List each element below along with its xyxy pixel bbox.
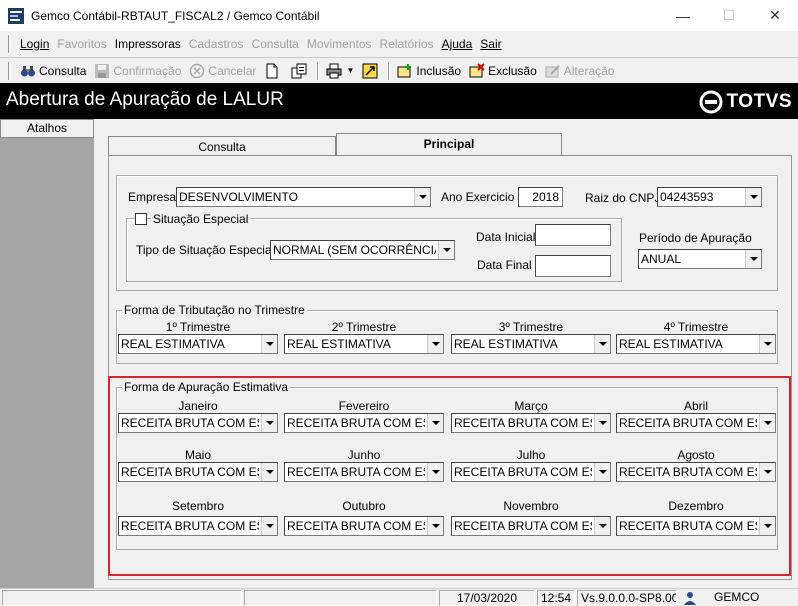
chevron-down-icon[interactable] <box>745 250 761 268</box>
tipo-select[interactable]: NORMAL (SEM OCORRÊNCIA DE <box>270 240 455 260</box>
chevron-down-icon[interactable] <box>438 241 454 259</box>
toolbar-separator <box>388 61 391 80</box>
new-document-button[interactable] <box>260 60 287 82</box>
ano-label: Ano Exercicio <box>441 190 515 204</box>
quarter-select[interactable]: REAL ESTIMATIVA <box>616 334 776 354</box>
status-time: 12:54 <box>537 590 575 606</box>
toolbar: Consulta Confirmação Cancelar ▼ Inclusão… <box>0 58 798 83</box>
user-icon <box>684 592 696 605</box>
menu-consulta[interactable]: Consulta <box>247 37 302 51</box>
title-bar: Gemco Contábil-RBTAUT_FISCAL2 / Gemco Co… <box>0 0 798 31</box>
quarter-label: 2º Trimestre <box>331 320 397 334</box>
copy-document-button[interactable] <box>287 60 314 82</box>
menu-ajuda[interactable]: Ajuda <box>438 37 477 51</box>
menu-cadastros[interactable]: Cadastros <box>185 37 248 51</box>
chevron-down-icon[interactable] <box>414 188 430 206</box>
window-title: Gemco Contábil-RBTAUT_FISCAL2 / Gemco Co… <box>31 8 320 23</box>
alteracao-button[interactable]: Alteração <box>541 60 619 82</box>
tributacao-title: Forma de Tributação no Trimestre <box>122 303 307 317</box>
minimize-button[interactable]: — <box>660 0 706 31</box>
chevron-down-icon[interactable] <box>261 335 277 353</box>
page-title: Abertura de Apuração de LALUR <box>6 89 284 110</box>
menu-grip <box>8 35 11 53</box>
toolbar-grip <box>8 61 11 80</box>
app-icon <box>8 7 24 24</box>
menu-relatorios[interactable]: Relatórios <box>376 37 438 51</box>
data-final-input[interactable] <box>535 255 611 277</box>
save-icon <box>95 63 110 78</box>
export-button[interactable] <box>358 60 385 82</box>
sidebar: Atalhos <box>0 119 94 588</box>
data-inicial-label: Data Inicial <box>476 230 536 244</box>
alteracao-label: Alteração <box>563 63 615 78</box>
menu-sair[interactable]: Sair <box>476 37 505 51</box>
edit-icon <box>545 64 560 77</box>
totvs-logo-icon <box>699 90 722 114</box>
menu-favoritos[interactable]: Favoritos <box>53 37 110 51</box>
page-header: Abertura de Apuração de LALUR TOTVS <box>0 83 798 119</box>
raiz-label: Raiz do CNPJ <box>585 191 661 205</box>
sidebar-title[interactable]: Atalhos <box>0 119 94 138</box>
quarter-select[interactable]: REAL ESTIMATIVA <box>451 334 611 354</box>
maximize-button[interactable]: ☐ <box>706 0 752 31</box>
print-button[interactable]: ▼ <box>322 60 358 82</box>
status-cell-empty <box>244 590 437 606</box>
menu-impressoras[interactable]: Impressoras <box>111 37 185 51</box>
raiz-select[interactable]: 04243593 <box>657 187 762 207</box>
cancelar-button[interactable]: Cancelar <box>185 60 260 82</box>
menu-bar: Login Favoritos Impressoras Cadastros Co… <box>0 31 798 58</box>
quarter-select[interactable]: REAL ESTIMATIVA <box>284 334 444 354</box>
status-cell-empty <box>2 590 242 606</box>
status-version: Vs.9.0.0.0-SP8.00.3 <box>577 590 677 606</box>
situacao-checkbox[interactable] <box>135 213 147 225</box>
delete-icon <box>469 62 485 77</box>
status-date: 17/03/2020 <box>439 590 535 606</box>
menu-login[interactable]: Login <box>16 37 53 51</box>
data-inicial-input[interactable] <box>535 224 611 246</box>
empresa-select[interactable]: DESENVOLVIMENTO <box>176 187 431 207</box>
export-icon <box>362 63 378 78</box>
chevron-down-icon[interactable] <box>759 335 775 353</box>
quarter-label: 4º Trimestre <box>663 320 729 334</box>
logo-text: TOTVS <box>726 91 792 112</box>
periodo-label: Período de Apuração <box>639 231 752 245</box>
confirmacao-label: Confirmação <box>113 63 182 78</box>
printer-icon <box>326 63 342 78</box>
binoculars-icon <box>21 65 35 76</box>
quarter-label: 1º Trimestre <box>165 320 231 334</box>
consulta-button[interactable]: Consulta <box>16 60 90 82</box>
new-document-icon <box>266 63 278 78</box>
chevron-down-icon[interactable] <box>594 335 610 353</box>
situacao-label: Situação Especial <box>151 212 251 226</box>
cancel-icon <box>190 63 205 78</box>
data-final-label: Data Final <box>477 258 532 272</box>
tipo-label: Tipo de Situação Especial <box>136 243 275 257</box>
consulta-label: Consulta <box>39 63 87 78</box>
status-bar: 17/03/2020 12:54 Vs.9.0.0.0-SP8.00.3 GEM… <box>0 588 798 606</box>
empresa-label: Empresa <box>128 190 177 204</box>
quarter-label: 3º Trimestre <box>498 320 564 334</box>
periodo-select[interactable]: ANUAL <box>638 249 762 269</box>
status-system: GEMCO <box>714 590 760 604</box>
highlight-frame <box>108 376 791 576</box>
inclusao-button[interactable]: Inclusão <box>393 60 465 82</box>
inclusao-label: Inclusão <box>416 63 462 78</box>
add-icon <box>397 63 412 77</box>
ano-input[interactable]: 2018 <box>518 187 563 207</box>
close-button[interactable]: ✕ <box>752 0 798 31</box>
toolbar-separator <box>317 61 320 80</box>
exclusao-label: Exclusão <box>488 63 537 78</box>
totvs-logo: TOTVS <box>699 90 793 114</box>
chevron-down-icon[interactable] <box>427 335 443 353</box>
chevron-down-icon: ▼ <box>346 66 355 75</box>
chevron-down-icon[interactable] <box>745 188 761 206</box>
exclusao-button[interactable]: Exclusão <box>465 60 541 82</box>
confirmacao-button[interactable]: Confirmação <box>90 60 185 82</box>
quarter-select[interactable]: REAL ESTIMATIVA <box>118 334 278 354</box>
menu-movimentos[interactable]: Movimentos <box>303 37 376 51</box>
copy-document-icon <box>291 63 307 78</box>
cancelar-label: Cancelar <box>208 63 257 78</box>
